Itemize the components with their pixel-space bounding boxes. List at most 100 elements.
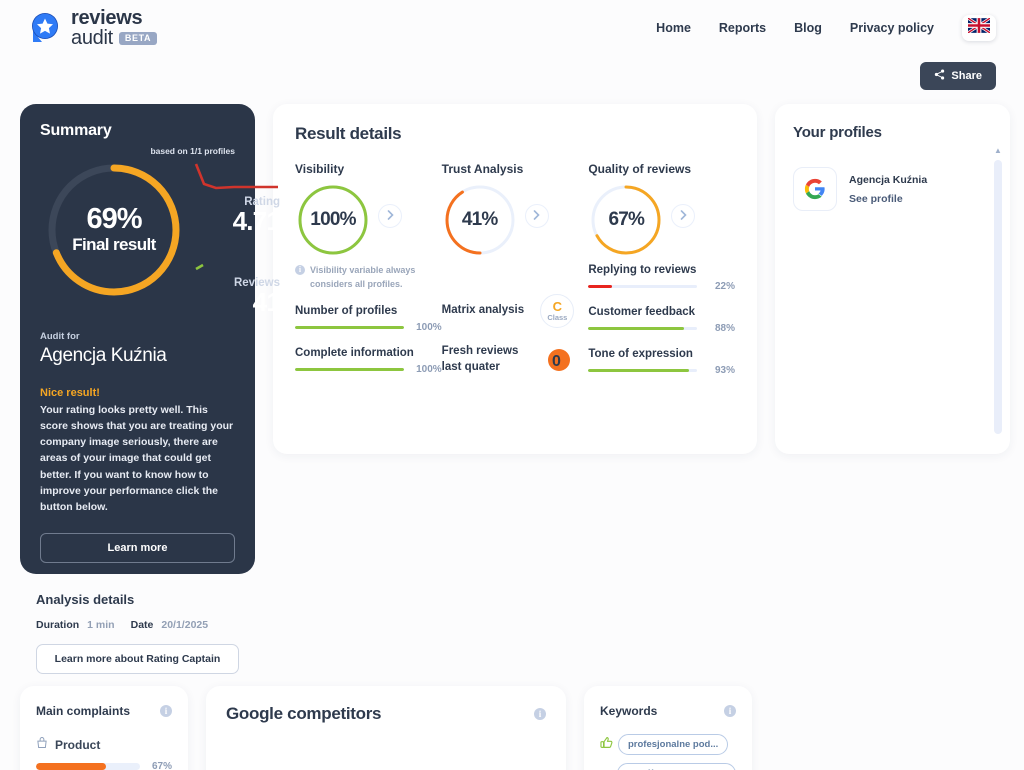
middle-column: Result details Visibility 100% Trust Ana… [273, 104, 757, 454]
uk-flag-icon [967, 16, 991, 38]
metric-percent: 22% [715, 281, 736, 292]
metric-label: Replying to reviews [588, 264, 697, 276]
beta-badge: BETA [118, 31, 158, 45]
keyword-chip[interactable]: współpracy z panem ... [617, 763, 736, 770]
logo-text-audit: audit [71, 27, 113, 49]
app-header: reviews audit BETA Home Reports Blog Pri… [0, 0, 1024, 56]
bottom-row: Main complaints i Product 67% Google com… [0, 674, 1024, 770]
company-name: Agencja Kuźnia [40, 344, 167, 366]
chevron-right-icon [387, 207, 394, 225]
share-icon [934, 69, 945, 83]
metric-customer-feedback: Customer feedback 88% [588, 306, 735, 334]
info-icon[interactable]: i [534, 708, 546, 720]
keywords-title: Keywords [600, 704, 658, 718]
empty-state: We couldn't find any data [226, 762, 546, 770]
sad-folder-icon [331, 762, 441, 770]
metric-replying-to-reviews: Replying to reviews 22% [588, 264, 735, 292]
google-competitors-card: Google competitors i [206, 686, 566, 770]
info-icon[interactable]: i [160, 705, 172, 717]
gauge-title: Visibility [295, 162, 345, 176]
nav-reports[interactable]: Reports [719, 21, 766, 35]
gauges-row: Visibility 100% Trust Analysis 41% Quali… [295, 162, 735, 258]
metric-percent: 93% [715, 365, 736, 376]
class-letter: C [552, 299, 563, 315]
metric-percent: 100% [416, 364, 442, 375]
visibility-percent: 100% [310, 209, 356, 230]
language-switcher[interactable] [962, 15, 996, 41]
metric-fresh-reviews: Fresh reviews last quater 0 [442, 344, 589, 375]
share-label: Share [951, 70, 982, 82]
analysis-meta-row: Duration 1 min Date 20/1/2025 [36, 619, 255, 631]
main-complaints-card: Main complaints i Product 67% [20, 686, 188, 770]
analysis-details: Analysis details Duration 1 min Date 20/… [20, 574, 255, 674]
chevron-right-icon [533, 207, 540, 225]
keyword-row: współpracy z panem ... [600, 763, 736, 770]
based-on-profiles: based on 1/1 profiles [150, 146, 235, 156]
metric-label: Tone of expression [588, 348, 693, 360]
result-headline: Nice result! [40, 386, 100, 399]
complaint-percent: 67% [151, 761, 172, 770]
keyword-row-positive: profesjonalne pod... [600, 734, 736, 755]
rating-captain-button[interactable]: Learn more about Rating Captain [36, 644, 239, 674]
visibility-note: i Visibility variable always considers a… [295, 264, 442, 291]
left-column: Summary based on 1/1 profiles 69% Final … [20, 104, 281, 674]
final-result-label: Final result [72, 235, 156, 254]
complaint-name: Product [55, 738, 101, 752]
rating-sparkline [194, 162, 280, 196]
share-button[interactable]: Share [920, 62, 996, 90]
learn-more-button[interactable]: Learn more [40, 533, 235, 564]
metric-matrix-analysis: Matrix analysis C Class [442, 294, 589, 328]
nav-blog[interactable]: Blog [794, 21, 822, 35]
basket-icon [36, 736, 48, 754]
metric-label: Complete information [295, 347, 414, 359]
keywords-card: Keywords i profesjonalne pod... współpra… [584, 686, 752, 770]
quality-percent: 67% [608, 209, 645, 230]
profile-item[interactable]: Agencja Kuźnia See profile [793, 167, 992, 211]
info-icon[interactable]: i [724, 705, 736, 717]
class-text: Class [547, 313, 568, 323]
metric-label: Fresh reviews last quater [441, 345, 519, 373]
keywords-list: profesjonalne pod... współpracy z panem … [600, 734, 736, 770]
quality-details-button[interactable] [671, 204, 696, 228]
page-root: reviews audit BETA Home Reports Blog Pri… [0, 0, 1024, 770]
your-profiles-title: Your profiles [793, 124, 882, 141]
profiles-scrollbar[interactable]: ▲ [994, 146, 1002, 434]
scroll-up-icon[interactable]: ▲ [994, 146, 1002, 155]
visibility-note-text: Visibility variable always considers all… [310, 265, 416, 289]
logo-text-reviews: reviews [71, 7, 143, 29]
quality-ring: 67% [588, 182, 664, 258]
trust-ring: 41% [442, 182, 518, 258]
reviews-sparkline [194, 247, 280, 277]
svg-text:0: 0 [552, 353, 561, 370]
scrollbar-track[interactable] [994, 160, 1002, 434]
main-complaints-title: Main complaints [36, 704, 131, 718]
class-badge: C Class [540, 294, 575, 328]
summary-card: Summary based on 1/1 profiles 69% Final … [20, 104, 281, 574]
metrics-row: i Visibility variable always considers a… [295, 264, 735, 391]
gauge-quality-of-reviews: Quality of reviews 67% [588, 162, 735, 258]
visibility-details-button[interactable] [378, 204, 402, 228]
duration-value: 1 min [87, 619, 115, 631]
info-icon: i [295, 265, 305, 275]
nav-home[interactable]: Home [656, 21, 691, 35]
google-icon [793, 167, 837, 211]
see-profile-link[interactable]: See profile [849, 193, 927, 205]
logo[interactable]: reviews audit BETA [28, 7, 158, 49]
duration-label: Duration [36, 619, 80, 631]
result-description: Your rating looks pretty well. This scor… [40, 403, 234, 514]
trust-metrics: Matrix analysis C Class Fresh reviews la… [442, 264, 589, 391]
gauge-visibility: Visibility 100% [295, 162, 442, 258]
star-shield-icon [28, 11, 62, 45]
metric-label: Matrix analysis [441, 304, 525, 317]
complaint-product: Product 67% [36, 736, 172, 770]
gauge-title: Quality of reviews [588, 162, 692, 176]
summary-title: Summary [40, 122, 112, 139]
trust-percent: 41% [461, 209, 498, 230]
nav-privacy-policy[interactable]: Privacy policy [850, 21, 934, 35]
analysis-title: Analysis details [36, 592, 135, 607]
metric-label: Number of profiles [295, 305, 398, 317]
keyword-chip[interactable]: profesjonalne pod... [618, 734, 729, 755]
result-details-card: Result details Visibility 100% Trust Ana… [273, 104, 757, 454]
trust-details-button[interactable] [524, 204, 549, 228]
main-nav: Home Reports Blog Privacy policy [656, 15, 996, 41]
